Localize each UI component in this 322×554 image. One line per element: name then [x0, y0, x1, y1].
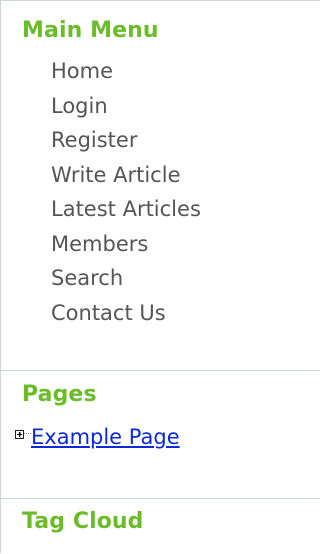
main-menu-list: Home Login Register Write Article Latest…: [51, 54, 201, 330]
tree-connector-line: [24, 433, 31, 435]
menu-item-register[interactable]: Register: [51, 123, 201, 158]
menu-item-contact-us[interactable]: Contact Us: [51, 296, 201, 331]
sidebar-panel: Main Menu Home Login Register Write Arti…: [0, 0, 320, 553]
plus-box-icon[interactable]: [15, 429, 24, 439]
menu-item-search[interactable]: Search: [51, 261, 201, 296]
tree-connector-icon: [20, 431, 21, 438]
pages-heading: Pages: [22, 382, 97, 407]
main-menu-section: Main Menu Home Login Register Write Arti…: [1, 1, 320, 371]
tag-cloud-heading: Tag Cloud: [22, 509, 144, 534]
menu-item-home[interactable]: Home: [51, 54, 201, 89]
menu-item-login[interactable]: Login: [51, 89, 201, 124]
main-menu-heading: Main Menu: [22, 18, 159, 43]
pages-section: Pages Example Page: [1, 371, 320, 499]
menu-item-members[interactable]: Members: [51, 227, 201, 262]
pages-tree-item: Example Page: [15, 421, 180, 453]
example-page-link[interactable]: Example Page: [31, 425, 180, 449]
menu-item-latest-articles[interactable]: Latest Articles: [51, 192, 201, 227]
tag-cloud-section: Tag Cloud: [1, 499, 320, 554]
menu-item-write-article[interactable]: Write Article: [51, 158, 201, 193]
